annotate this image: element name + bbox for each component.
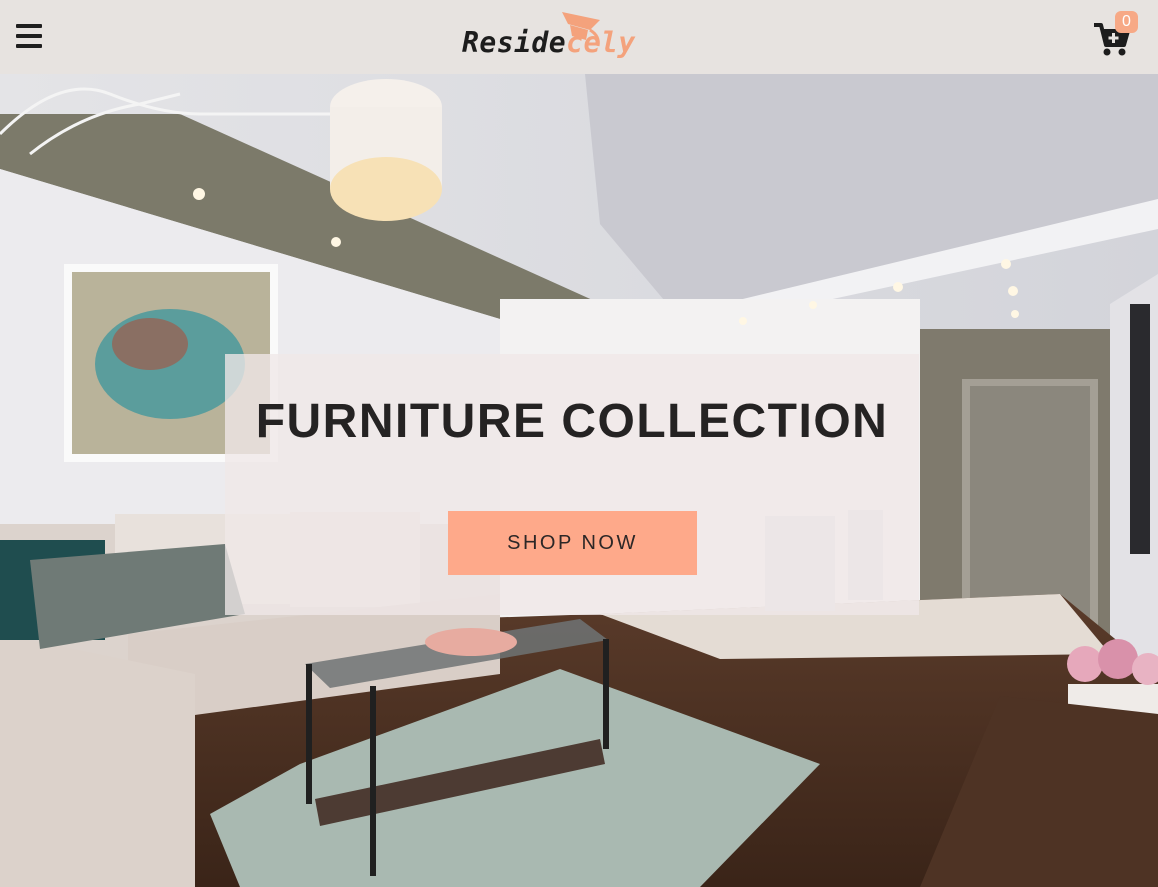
cart-button[interactable]: 0	[1092, 11, 1140, 59]
cart-count-badge: 0	[1115, 11, 1138, 33]
logo[interactable]: Residecely	[462, 10, 677, 64]
navbar: Residecely 0	[0, 0, 1158, 74]
hero-banner: FURNITURE COLLECTION SHOP NOW	[0, 74, 1158, 887]
hamburger-menu-icon[interactable]	[16, 24, 42, 48]
logo-text-part1: Reside	[462, 26, 567, 59]
hero-title: FURNITURE COLLECTION	[255, 395, 889, 448]
hero-overlay: FURNITURE COLLECTION SHOP NOW	[225, 354, 919, 615]
shop-now-button[interactable]: SHOP NOW	[448, 511, 697, 575]
logo-text: Residecely	[462, 26, 636, 59]
logo-text-part2: cely	[566, 26, 636, 59]
